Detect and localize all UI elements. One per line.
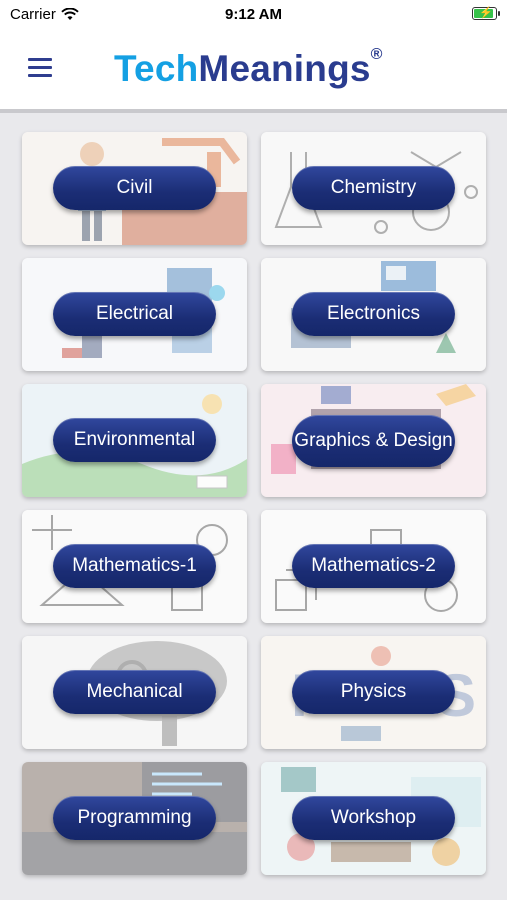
logo-meanings: Meanings <box>198 48 371 89</box>
category-button[interactable]: Mathematics-2 <box>292 544 455 588</box>
status-bar: Carrier 9:12 AM ⚡ <box>0 0 507 28</box>
category-card-physics[interactable]: P S Physics <box>261 636 486 749</box>
category-button[interactable]: Electronics <box>292 292 455 336</box>
category-button[interactable]: Electrical <box>53 292 216 336</box>
category-card-programming[interactable]: Programming <box>22 762 247 875</box>
category-button[interactable]: Chemistry <box>292 166 455 210</box>
logo-tech: Tech <box>114 48 199 89</box>
category-card-electronics[interactable]: Electronics <box>261 258 486 371</box>
category-card-environmental[interactable]: Environmental <box>22 384 247 497</box>
category-card-mathematics-1[interactable]: Mathematics-1 <box>22 510 247 623</box>
hamburger-menu-icon[interactable] <box>28 58 52 80</box>
app-logo: TechMeanings® <box>114 46 383 90</box>
category-button[interactable]: Programming <box>53 796 216 840</box>
category-card-civil[interactable]: Civil <box>22 132 247 245</box>
category-card-mechanical[interactable]: Mechanical <box>22 636 247 749</box>
category-button[interactable]: Civil <box>53 166 216 210</box>
category-button[interactable]: Workshop <box>292 796 455 840</box>
registered-mark: ® <box>370 46 383 63</box>
category-button[interactable]: Mathematics-1 <box>53 544 216 588</box>
category-button[interactable]: Environmental <box>53 418 216 462</box>
category-button[interactable]: Mechanical <box>53 670 216 714</box>
category-card-graphics-design[interactable]: Graphics & Design <box>261 384 486 497</box>
status-time: 9:12 AM <box>225 6 282 23</box>
category-card-workshop[interactable]: Workshop <box>261 762 486 875</box>
category-card-electrical[interactable]: Electrical <box>22 258 247 371</box>
category-grid: Civil Chemistry Electrical Electronics E… <box>0 118 507 900</box>
battery-icon: ⚡ <box>472 7 500 20</box>
app-header: TechMeanings® <box>0 28 507 113</box>
category-button[interactable]: Graphics & Design <box>292 415 455 467</box>
category-card-chemistry[interactable]: Chemistry <box>261 132 486 245</box>
category-card-mathematics-2[interactable]: Mathematics-2 <box>261 510 486 623</box>
category-button[interactable]: Physics <box>292 670 455 714</box>
